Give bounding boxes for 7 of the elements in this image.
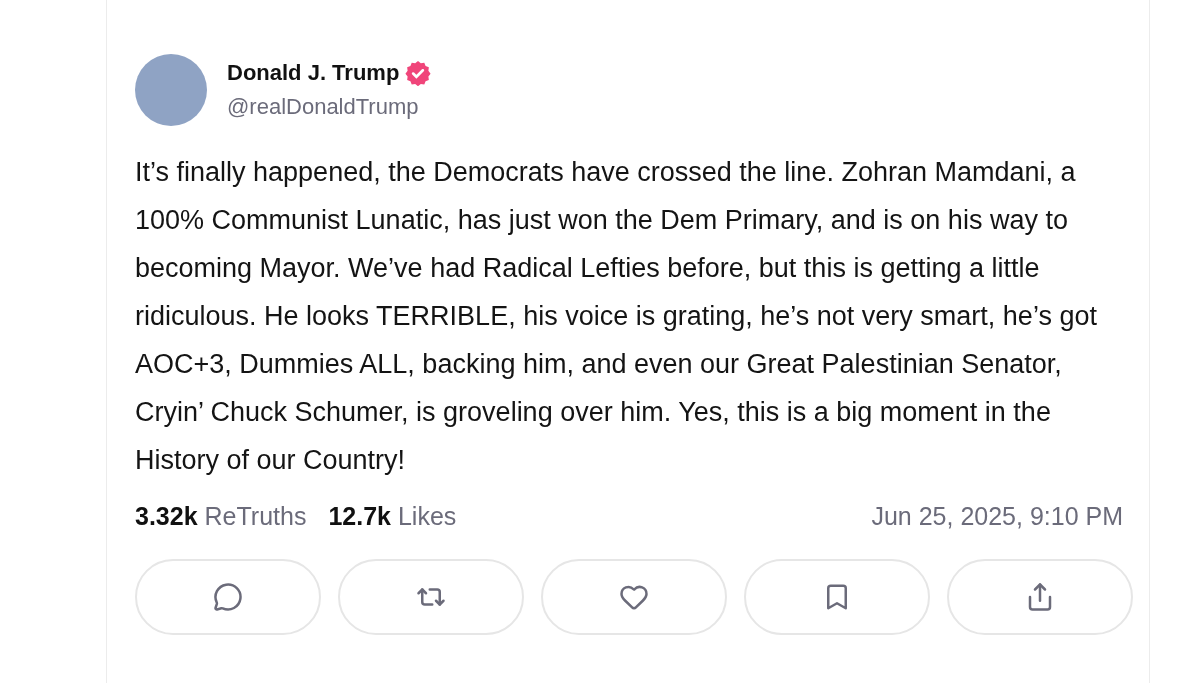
post-timestamp: Jun 25, 2025, 9:10 PM xyxy=(871,502,1123,531)
stat-count[interactable]: 3.32k ReTruths xyxy=(135,502,307,531)
post-text: It’s finally happened, the Democrats have crossed the line. Zohran Mamdani, a 100% Communist Lunatic, has just won the Dem Primary, and is on his way to becoming Mayor. We’ve had Radical Lefties before, but this is getting a little ridiculous. He looks TERRIBLE, his voice is grating, he’s not very smart, he’s got AOC+3, Dummies ALL, backing him, and even our Great Palestinian Senator, Cryin’ Chuck Schumer, is groveling over him. Yes, this is a big moment in the History of our Country! xyxy=(135,156,1098,477)
stat-count[interactable]: 12.7k Likes xyxy=(328,502,457,531)
speech-bubble-icon xyxy=(213,582,243,612)
author-name[interactable]: Donald J. Trump xyxy=(227,60,400,86)
author-handle[interactable]: @realDonaldTrump xyxy=(227,94,432,120)
